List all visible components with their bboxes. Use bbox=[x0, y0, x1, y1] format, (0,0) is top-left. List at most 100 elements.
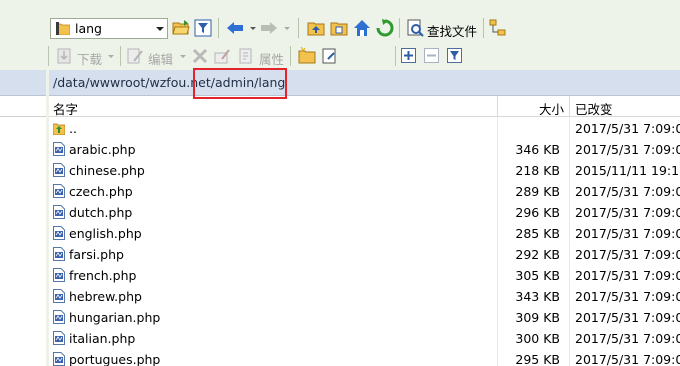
toolbar-divider bbox=[218, 18, 219, 38]
name-column-header[interactable]: 名字 bbox=[53, 99, 78, 118]
column-divider[interactable] bbox=[497, 96, 498, 117]
file-modified: 2017/5/31 7:09:06 bbox=[575, 310, 680, 325]
toolbar-divider bbox=[483, 18, 484, 38]
properties-button[interactable]: 属性 bbox=[259, 49, 284, 68]
file-name: french.php bbox=[69, 268, 137, 283]
file-row[interactable]: italian.php 300 KB 2017/5/31 7:09:06 bbox=[49, 328, 680, 349]
parent-folder-icon[interactable] bbox=[307, 19, 325, 37]
file-name: english.php bbox=[69, 226, 142, 241]
column-divider[interactable] bbox=[569, 96, 570, 117]
file-modified: 2017/5/31 7:09:06 bbox=[575, 184, 680, 199]
back-arrow-icon[interactable] bbox=[226, 19, 244, 37]
select-filter-icon[interactable] bbox=[447, 48, 462, 63]
root-folder-icon[interactable] bbox=[330, 19, 348, 37]
find-file-icon[interactable] bbox=[406, 19, 424, 37]
download-icon[interactable] bbox=[55, 47, 73, 65]
file-row[interactable]: french.php 305 KB 2017/5/31 7:09:06 bbox=[49, 265, 680, 286]
folder-icon bbox=[56, 22, 70, 35]
tree-view-icon[interactable] bbox=[489, 19, 507, 37]
file-row[interactable]: arabic.php 346 KB 2017/5/31 7:09:06 bbox=[49, 139, 680, 160]
php-file-icon bbox=[53, 331, 65, 345]
refresh-icon[interactable] bbox=[376, 19, 394, 37]
php-file-icon bbox=[53, 142, 65, 156]
file-row[interactable]: portugues.php 295 KB 2017/5/31 7:09:06 bbox=[49, 349, 680, 366]
file-modified: 2017/5/31 7:09:06 bbox=[575, 226, 680, 241]
plus-icon[interactable] bbox=[401, 48, 416, 63]
local-column-header bbox=[0, 96, 46, 117]
file-modified: 2017/5/31 7:09:06 bbox=[575, 268, 680, 283]
file-row[interactable]: english.php 285 KB 2017/5/31 7:09:06 bbox=[49, 223, 680, 244]
minus-icon[interactable] bbox=[424, 48, 439, 63]
file-modified: 2017/5/31 7:09:06 bbox=[575, 142, 680, 157]
forward-dropdown-icon[interactable] bbox=[284, 27, 290, 30]
properties-icon[interactable] bbox=[237, 47, 255, 65]
file-modified: 2017/5/31 7:09:06 bbox=[575, 331, 680, 346]
size-column-header[interactable]: 大小 bbox=[539, 99, 564, 118]
php-file-icon bbox=[53, 184, 65, 198]
edit-dropdown-icon[interactable] bbox=[180, 55, 186, 58]
rename-icon[interactable] bbox=[213, 47, 231, 65]
edit-button[interactable]: 编辑 bbox=[148, 49, 173, 68]
open-folder-icon[interactable] bbox=[172, 19, 190, 37]
php-file-icon bbox=[53, 289, 65, 303]
modified-column-header[interactable]: 已改变 bbox=[575, 99, 613, 118]
file-row[interactable]: czech.php 289 KB 2017/5/31 7:09:06 bbox=[49, 181, 680, 202]
file-modified: 2017/5/31 7:09:06 bbox=[575, 205, 680, 220]
file-row[interactable]: .. 2017/5/31 7:09:06 bbox=[49, 118, 680, 139]
file-action-toolbar: 下载 编辑 属性 bbox=[0, 42, 680, 70]
file-name: hungarian.php bbox=[69, 310, 161, 325]
php-file-icon bbox=[53, 205, 65, 219]
remote-path-bar[interactable]: /data/wwwroot/wzfou.net/admin/lang bbox=[49, 70, 680, 96]
file-name: .. bbox=[69, 121, 77, 136]
file-modified: 2017/5/31 7:09:06 bbox=[575, 352, 680, 366]
filter-icon[interactable] bbox=[194, 19, 212, 37]
file-modified: 2017/5/31 7:09:06 bbox=[575, 121, 680, 136]
file-size: 295 KB bbox=[515, 352, 560, 366]
php-file-icon bbox=[53, 268, 65, 282]
file-size: 300 KB bbox=[515, 331, 560, 346]
file-name: chinese.php bbox=[69, 163, 145, 178]
file-row[interactable]: hungarian.php 309 KB 2017/5/31 7:09:06 bbox=[49, 307, 680, 328]
delete-icon[interactable] bbox=[191, 47, 209, 65]
file-row[interactable]: dutch.php 296 KB 2017/5/31 7:09:06 bbox=[49, 202, 680, 223]
file-name: dutch.php bbox=[69, 205, 133, 220]
new-folder-icon[interactable] bbox=[298, 47, 316, 65]
highlight-box bbox=[193, 68, 287, 99]
folder-dropdown[interactable]: lang bbox=[50, 18, 168, 39]
file-row[interactable]: hebrew.php 343 KB 2017/5/31 7:09:06 bbox=[49, 286, 680, 307]
local-pane bbox=[0, 70, 46, 366]
file-size: 309 KB bbox=[515, 310, 560, 325]
download-dropdown-icon[interactable] bbox=[108, 55, 114, 58]
toolbar-divider bbox=[48, 46, 49, 66]
file-row[interactable]: chinese.php 218 KB 2015/11/11 19:12: bbox=[49, 160, 680, 181]
new-file-icon[interactable] bbox=[320, 47, 338, 65]
local-path-bar bbox=[0, 70, 46, 96]
file-name: arabic.php bbox=[69, 142, 136, 157]
file-size: 343 KB bbox=[515, 289, 560, 304]
file-name: hebrew.php bbox=[69, 289, 142, 304]
chevron-down-icon[interactable] bbox=[156, 27, 164, 31]
php-file-icon bbox=[53, 247, 65, 261]
toolbar-divider bbox=[298, 18, 299, 38]
php-file-icon bbox=[53, 163, 65, 177]
file-modified: 2015/11/11 19:12: bbox=[575, 163, 680, 178]
forward-arrow-icon[interactable] bbox=[260, 19, 278, 37]
php-file-icon bbox=[53, 226, 65, 240]
file-size: 346 KB bbox=[515, 142, 560, 157]
file-name: czech.php bbox=[69, 184, 133, 199]
find-file-button[interactable]: 查找文件 bbox=[427, 21, 477, 40]
toolbar-divider bbox=[395, 46, 396, 66]
folder-dropdown-value: lang bbox=[75, 21, 102, 36]
column-header: 名字 大小 已改变 bbox=[49, 96, 680, 117]
back-dropdown-icon[interactable] bbox=[250, 27, 256, 30]
edit-icon[interactable] bbox=[126, 47, 144, 65]
file-size: 218 KB bbox=[515, 163, 560, 178]
download-button[interactable]: 下载 bbox=[77, 49, 102, 68]
file-size: 292 KB bbox=[515, 247, 560, 262]
file-row[interactable]: farsi.php 292 KB 2017/5/31 7:09:06 bbox=[49, 244, 680, 265]
main-toolbar: lang 查找文件 bbox=[0, 0, 680, 42]
file-modified: 2017/5/31 7:09:06 bbox=[575, 247, 680, 262]
home-icon[interactable] bbox=[353, 19, 371, 37]
parent-folder-icon bbox=[53, 123, 65, 135]
toolbar-divider bbox=[290, 46, 291, 66]
